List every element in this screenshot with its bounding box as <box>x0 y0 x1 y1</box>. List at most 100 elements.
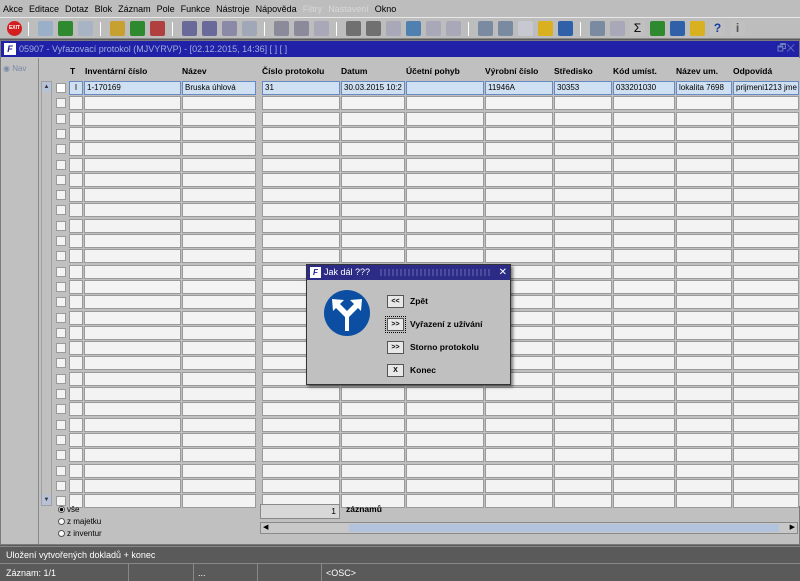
empty-cell[interactable] <box>485 172 553 187</box>
empty-cell[interactable] <box>69 387 83 401</box>
empty-cell[interactable] <box>485 387 553 401</box>
empty-cell[interactable] <box>733 172 799 187</box>
empty-cell[interactable] <box>613 111 675 126</box>
empty-cell[interactable] <box>733 264 799 279</box>
empty-cell[interactable] <box>613 172 675 187</box>
empty-cell[interactable] <box>84 387 181 401</box>
menu-nastroje[interactable]: Nástroje <box>216 4 250 14</box>
cut-icon[interactable] <box>346 21 361 36</box>
empty-cell[interactable] <box>406 432 484 447</box>
empty-cell[interactable] <box>69 478 83 493</box>
search-icon[interactable] <box>222 21 237 36</box>
empty-cell[interactable] <box>341 432 405 447</box>
empty-cell[interactable] <box>554 126 612 141</box>
empty-cell[interactable] <box>733 432 799 447</box>
empty-cell[interactable] <box>262 157 340 172</box>
empty-cell[interactable] <box>69 417 83 432</box>
empty-cell[interactable] <box>676 463 732 478</box>
row-select-checkbox[interactable] <box>56 327 66 338</box>
empty-cell[interactable] <box>182 325 256 340</box>
empty-cell[interactable] <box>485 157 553 172</box>
empty-cell[interactable] <box>406 448 484 463</box>
empty-cell[interactable] <box>554 279 612 294</box>
cell-nazev[interactable]: Bruska úhlová <box>182 81 256 95</box>
empty-cell[interactable] <box>554 402 612 417</box>
empty-cell[interactable] <box>69 264 83 279</box>
empty-cell[interactable] <box>182 264 256 279</box>
empty-cell[interactable] <box>84 402 181 417</box>
empty-cell[interactable] <box>84 494 181 509</box>
empty-cell[interactable] <box>733 218 799 233</box>
cell-t[interactable]: I <box>69 81 83 95</box>
empty-cell[interactable] <box>69 157 83 172</box>
empty-cell[interactable] <box>676 126 732 141</box>
empty-cell[interactable] <box>69 188 83 203</box>
empty-cell[interactable] <box>733 448 799 463</box>
cell-stredisko[interactable]: 30353 <box>554 81 612 95</box>
settings-icon[interactable] <box>538 21 553 36</box>
user-icon[interactable] <box>690 21 705 36</box>
empty-cell[interactable] <box>733 126 799 141</box>
empty-cell[interactable] <box>182 249 256 264</box>
empty-cell[interactable] <box>733 402 799 417</box>
empty-cell[interactable] <box>676 172 732 187</box>
empty-cell[interactable] <box>182 417 256 432</box>
empty-cell[interactable] <box>182 188 256 203</box>
empty-cell[interactable] <box>485 142 553 157</box>
warning-icon[interactable] <box>558 21 573 36</box>
empty-cell[interactable] <box>69 356 83 371</box>
empty-cell[interactable] <box>341 111 405 126</box>
duplicate-icon[interactable] <box>406 21 421 36</box>
empty-cell[interactable] <box>613 234 675 248</box>
empty-cell[interactable] <box>182 371 256 386</box>
empty-cell[interactable] <box>676 142 732 157</box>
empty-cell[interactable] <box>485 448 553 463</box>
empty-cell[interactable] <box>676 264 732 279</box>
empty-cell[interactable] <box>69 402 83 417</box>
cell-ucetni-pohyb[interactable] <box>406 81 484 95</box>
empty-cell[interactable] <box>676 356 732 371</box>
empty-cell[interactable] <box>182 463 256 478</box>
empty-cell[interactable] <box>676 295 732 310</box>
empty-cell[interactable] <box>69 234 83 248</box>
empty-cell[interactable] <box>554 341 612 356</box>
row-select-checkbox[interactable] <box>56 404 66 415</box>
empty-cell[interactable] <box>613 218 675 233</box>
empty-cell[interactable] <box>406 402 484 417</box>
empty-cell[interactable] <box>69 463 83 478</box>
empty-cell[interactable] <box>613 264 675 279</box>
row-select-checkbox[interactable] <box>56 159 66 170</box>
empty-cell[interactable] <box>613 402 675 417</box>
empty-cell[interactable] <box>262 203 340 218</box>
empty-cell[interactable] <box>84 249 181 264</box>
empty-cell[interactable] <box>554 111 612 126</box>
row-select-checkbox[interactable] <box>56 297 66 308</box>
empty-cell[interactable] <box>84 111 181 126</box>
empty-cell[interactable] <box>554 295 612 310</box>
calculator-icon[interactable] <box>478 21 493 36</box>
insert-record-icon[interactable] <box>58 21 73 36</box>
empty-cell[interactable] <box>84 96 181 111</box>
empty-cell[interactable] <box>341 172 405 187</box>
empty-cell[interactable] <box>341 203 405 218</box>
empty-cell[interactable] <box>733 356 799 371</box>
word-icon[interactable] <box>670 21 685 36</box>
empty-cell[interactable] <box>676 157 732 172</box>
empty-cell[interactable] <box>262 172 340 187</box>
close-icon[interactable]: ✕ <box>499 265 507 280</box>
empty-cell[interactable] <box>554 96 612 111</box>
row-select-checkbox[interactable] <box>56 174 66 185</box>
empty-cell[interactable] <box>485 111 553 126</box>
empty-cell[interactable] <box>84 356 181 371</box>
empty-cell[interactable] <box>733 341 799 356</box>
empty-cell[interactable] <box>341 142 405 157</box>
empty-cell[interactable] <box>613 494 675 509</box>
empty-cell[interactable] <box>341 218 405 233</box>
empty-cell[interactable] <box>554 234 612 248</box>
empty-cell[interactable] <box>485 432 553 447</box>
menu-blok[interactable]: Blok <box>95 4 113 14</box>
empty-cell[interactable] <box>554 417 612 432</box>
empty-cell[interactable] <box>554 157 612 172</box>
row-select-checkbox[interactable] <box>56 465 66 476</box>
row-select-checkbox[interactable] <box>56 144 66 155</box>
